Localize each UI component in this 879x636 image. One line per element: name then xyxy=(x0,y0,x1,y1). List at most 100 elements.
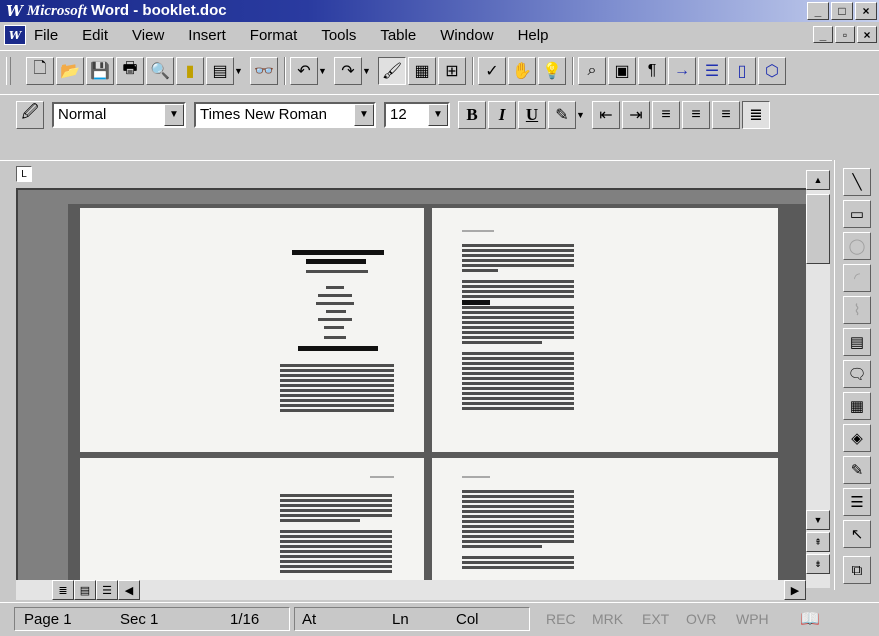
new-icon[interactable]: 🗋 xyxy=(26,56,54,85)
menu-tools[interactable]: Tools xyxy=(319,27,358,44)
menu-edit[interactable]: Edit xyxy=(80,27,110,44)
maximize-button[interactable]: □ xyxy=(831,2,853,20)
ellipse-icon[interactable]: ◯ xyxy=(843,232,871,260)
font-select[interactable]: Times New Roman ▼ xyxy=(194,101,376,128)
menu-bar: W File Edit View Insert Format Tools Tab… xyxy=(0,22,879,48)
print-icon[interactable]: 🖶 xyxy=(116,56,144,85)
align-center-icon[interactable]: ≡ xyxy=(682,100,710,129)
line-color-icon[interactable]: ✎ xyxy=(843,456,871,484)
page-icon[interactable]: ▣ xyxy=(608,56,636,85)
chevron-down-icon[interactable]: ▼ xyxy=(354,103,374,126)
italic-button[interactable]: I xyxy=(488,100,516,129)
style-brush-icon[interactable]: 🖉 xyxy=(16,100,44,129)
status-mrk[interactable]: MRK xyxy=(592,608,623,630)
book-status-icon: 📖 xyxy=(800,611,820,628)
callout-icon[interactable]: 🗨 xyxy=(843,360,871,388)
shapes-icon[interactable]: ⬡ xyxy=(758,56,786,85)
chevron-down-icon[interactable]: ▼ xyxy=(164,103,184,126)
scroll-thumb[interactable] xyxy=(806,194,830,264)
format-painter-icon[interactable]: 🖌 xyxy=(378,56,406,85)
page-1[interactable] xyxy=(80,208,424,452)
find-icon[interactable]: 👓 xyxy=(250,56,278,85)
page-2[interactable] xyxy=(432,208,778,452)
status-ext[interactable]: EXT xyxy=(642,608,669,630)
arc-icon[interactable]: ◜ xyxy=(843,264,871,292)
menu-window[interactable]: Window xyxy=(438,27,495,44)
spell-check-icon[interactable]: ✓ xyxy=(478,56,506,85)
menu-help[interactable]: Help xyxy=(516,27,551,44)
document-icon[interactable]: W xyxy=(4,25,26,45)
scroll-right-icon[interactable]: ▶ xyxy=(784,580,806,600)
menu-view[interactable]: View xyxy=(130,27,166,44)
undo-icon[interactable]: ↶ xyxy=(290,56,318,85)
print-preview-icon[interactable]: 🔍 xyxy=(146,56,174,85)
doc-minimize-button[interactable]: _ xyxy=(813,26,833,43)
underline-button[interactable]: U xyxy=(518,100,546,129)
doc-restore-button[interactable]: ▫ xyxy=(835,26,855,43)
open-icon[interactable]: 📂 xyxy=(56,56,84,85)
freeform-icon[interactable]: ⌇ xyxy=(843,296,871,324)
toolbar-grip[interactable] xyxy=(6,57,11,85)
page-3[interactable] xyxy=(80,458,424,580)
align-left-icon[interactable]: ≡ xyxy=(652,100,680,129)
fill-color-icon[interactable]: ◈ xyxy=(843,424,871,452)
scroll-down-icon[interactable]: ▼ xyxy=(806,510,830,530)
style-select[interactable]: Normal ▼ xyxy=(52,101,186,128)
rectangle-icon[interactable]: ▭ xyxy=(843,200,871,228)
scroll-left-icon[interactable]: ◀ xyxy=(118,580,140,600)
normal-view-icon[interactable]: ≣ xyxy=(52,580,74,600)
document-area[interactable] xyxy=(16,188,806,580)
save-icon[interactable]: 💾 xyxy=(86,56,114,85)
book-icon[interactable]: ▯ xyxy=(728,56,756,85)
undo-dropdown-arrow-icon[interactable]: ▼ xyxy=(318,66,330,76)
decrease-indent-icon[interactable]: ⇤ xyxy=(592,100,620,129)
align-right-icon[interactable]: ≡ xyxy=(712,100,740,129)
insert-dropdown-arrow-icon[interactable]: ▼ xyxy=(234,66,246,76)
style-value: Normal xyxy=(58,106,107,123)
bring-to-front-icon[interactable]: ⧉ xyxy=(843,556,871,584)
columns-icon[interactable]: ⊞ xyxy=(438,56,466,85)
scroll-up-icon[interactable]: ▲ xyxy=(806,170,830,190)
tip-icon[interactable]: 💡 xyxy=(538,56,566,85)
close-button[interactable]: × xyxy=(855,2,877,20)
status-wph[interactable]: WPH xyxy=(736,608,769,630)
menu-file[interactable]: File xyxy=(32,27,60,44)
select-icon[interactable]: ↖ xyxy=(843,520,871,548)
bold-button[interactable]: B xyxy=(458,100,486,129)
table-icon[interactable]: ▦ xyxy=(408,56,436,85)
line-style-icon[interactable]: ☰ xyxy=(843,488,871,516)
vertical-scrollbar[interactable]: ▲ ▼ ⇞ ⇟ xyxy=(806,170,830,588)
previous-page-icon[interactable]: ⇞ xyxy=(806,532,830,552)
minimize-button[interactable]: _ xyxy=(807,2,829,20)
font-size-select[interactable]: 12 ▼ xyxy=(384,101,450,128)
cut-icon[interactable]: ▤ xyxy=(206,56,234,85)
justify-icon[interactable]: ≣ xyxy=(742,100,770,129)
tab-selector-icon[interactable]: L xyxy=(16,166,32,182)
status-ovr[interactable]: OVR xyxy=(686,608,716,630)
hand-icon[interactable]: ✋ xyxy=(508,56,536,85)
arrow-icon[interactable]: → xyxy=(668,56,696,85)
increase-indent-icon[interactable]: ⇥ xyxy=(622,100,650,129)
format-callout-icon[interactable]: ▦ xyxy=(843,392,871,420)
spelling-icon[interactable]: ▮ xyxy=(176,56,204,85)
doc-close-button[interactable]: × xyxy=(857,26,877,43)
status-rec[interactable]: REC xyxy=(546,608,576,630)
menu-insert[interactable]: Insert xyxy=(186,27,228,44)
zoom-icon[interactable]: ⌕ xyxy=(578,56,606,85)
menu-format[interactable]: Format xyxy=(248,27,300,44)
redo-dropdown-arrow-icon[interactable]: ▼ xyxy=(362,66,374,76)
text-box-icon[interactable]: ▤ xyxy=(843,328,871,356)
outline-view-icon[interactable]: ☰ xyxy=(96,580,118,600)
redo-icon[interactable]: ↷ xyxy=(334,56,362,85)
next-page-icon[interactable]: ⇟ xyxy=(806,554,830,574)
pilcrow-icon[interactable]: ¶ xyxy=(638,56,666,85)
highlight-dropdown-arrow-icon[interactable]: ▼ xyxy=(576,110,588,120)
line-icon[interactable]: ╲ xyxy=(843,168,871,196)
chevron-down-icon[interactable]: ▼ xyxy=(428,103,448,126)
horizontal-scrollbar[interactable]: ≣ ▤ ☰ ◀ ▶ xyxy=(16,580,806,600)
menu-table[interactable]: Table xyxy=(378,27,418,44)
equal-icon[interactable]: ☰ xyxy=(698,56,726,85)
page-layout-view-icon[interactable]: ▤ xyxy=(74,580,96,600)
highlight-icon[interactable]: ✎ xyxy=(548,100,576,129)
page-4[interactable] xyxy=(432,458,778,580)
